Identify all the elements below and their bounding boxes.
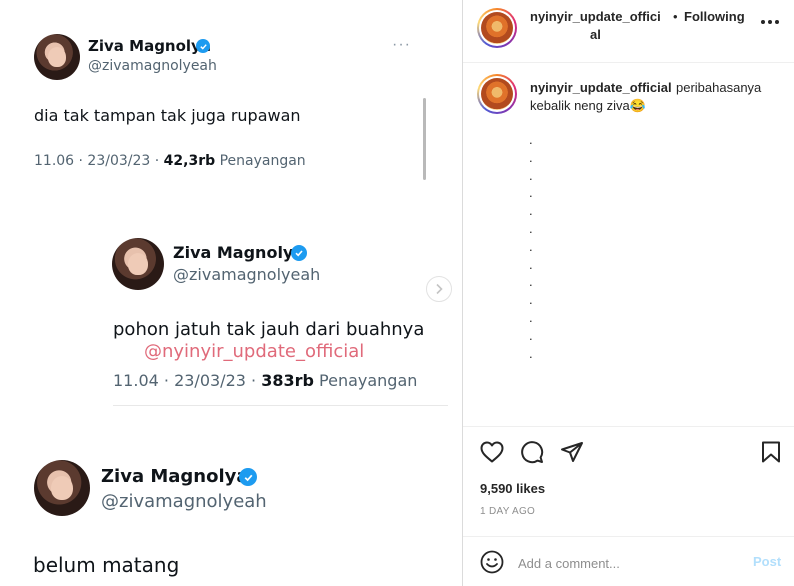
post-sidebar: nyinyir_update_offici al • Following nyi… xyxy=(462,0,794,586)
caption-avatar[interactable] xyxy=(477,74,517,114)
tweet-1-views-label: Penayangan xyxy=(215,153,306,169)
caption-text: kebalik neng ziva xyxy=(530,98,630,113)
laughing-emoji-icon: 😂 xyxy=(629,98,646,113)
author-username-wrap[interactable]: al xyxy=(590,27,601,42)
caption-dot: . xyxy=(529,274,533,290)
caption-dot: . xyxy=(529,256,533,272)
caption-dot: . xyxy=(529,149,533,165)
tweet-1-text: dia tak tampan tak juga rupawan xyxy=(34,106,301,125)
emoji-picker-button[interactable] xyxy=(480,550,504,574)
caption-dot: . xyxy=(529,132,533,147)
caption-dot: . xyxy=(529,345,533,361)
share-button[interactable] xyxy=(559,439,585,465)
smiley-icon xyxy=(480,550,504,574)
tweet-2-mention: @nyinyir_update_official xyxy=(144,341,365,362)
caption-text-line1: peribahasanya xyxy=(676,80,762,95)
caption-dot: . xyxy=(529,167,533,183)
post-comment-button[interactable]: Post xyxy=(753,554,781,569)
bookmark-icon xyxy=(762,441,780,463)
tweet-2-time: 11.04 · 23/03/23 · xyxy=(113,371,262,390)
tweet-2-avatar xyxy=(112,238,164,290)
comment-button[interactable] xyxy=(519,439,545,465)
next-slide-button[interactable] xyxy=(426,276,452,302)
tweet-3-avatar xyxy=(34,460,90,516)
post-timestamp[interactable]: 1 DAY AGO xyxy=(480,506,535,517)
following-button[interactable]: Following xyxy=(684,9,745,24)
more-icon: ··· xyxy=(392,36,411,53)
like-button[interactable] xyxy=(479,439,505,465)
comment-input[interactable] xyxy=(518,553,738,573)
tweet-1-views-count: 42,3rb xyxy=(163,153,216,169)
caption-dot: . xyxy=(529,221,533,236)
tweet-1-time: 11.06 · 23/03/23 · xyxy=(34,153,164,169)
tweet-2-name: Ziva Magnolya xyxy=(173,243,305,262)
author-avatar[interactable] xyxy=(477,8,517,48)
tweet-1-meta: 11.06 · 23/03/23 · 42,3rb Penayangan xyxy=(34,153,306,169)
caption-dot: . xyxy=(529,238,533,254)
tweet-1-handle: @zivamagnolyeah xyxy=(88,58,217,74)
save-button[interactable] xyxy=(759,439,783,465)
header-separator: • xyxy=(673,9,678,24)
verified-badge-icon xyxy=(239,468,257,486)
tweet-2-views-label: Penayangan xyxy=(313,371,418,390)
likes-count[interactable]: 9,590 likes xyxy=(480,481,545,496)
send-icon xyxy=(561,442,583,462)
tweet-2-handle: @zivamagnolyeah xyxy=(173,265,321,284)
post-image[interactable]: Ziva Magnolya @zivamagnolyeah ··· dia ta… xyxy=(0,0,462,586)
verified-badge-icon xyxy=(196,39,210,53)
tweet-2-meta: 11.04 · 23/03/23 · 383rb Penayangan xyxy=(113,371,417,390)
author-username[interactable]: nyinyir_update_offici xyxy=(530,9,661,24)
caption-username[interactable]: nyinyir_update_official xyxy=(530,80,672,95)
tweet-3-name: Ziva Magnolya xyxy=(101,466,249,487)
caption-dot: . xyxy=(529,292,533,308)
divider xyxy=(463,62,794,63)
caption-text-line2: kebalik neng ziva😂 xyxy=(530,98,646,114)
caption-dot: . xyxy=(529,310,533,325)
divider xyxy=(463,536,794,537)
tweet-3-handle: @zivamagnolyeah xyxy=(101,491,267,512)
tweet-1-avatar xyxy=(34,34,80,80)
caption-dot: . xyxy=(529,203,533,219)
divider xyxy=(113,405,448,406)
comment-icon xyxy=(521,441,544,464)
chevron-right-icon xyxy=(436,283,443,295)
divider xyxy=(463,426,794,427)
tweet-2-text: pohon jatuh tak jauh dari buahnya xyxy=(113,319,425,340)
more-options-icon[interactable] xyxy=(760,14,780,25)
caption-dot: . xyxy=(529,327,533,343)
tweet-1-name: Ziva Magnolya xyxy=(88,37,211,55)
tweet-2-views-count: 383rb xyxy=(261,371,314,390)
scrollbar xyxy=(423,98,426,180)
tweet-3-text: belum matang xyxy=(33,553,180,577)
caption-dot: . xyxy=(529,185,533,201)
heart-icon xyxy=(480,441,504,463)
verified-badge-icon xyxy=(291,245,307,261)
